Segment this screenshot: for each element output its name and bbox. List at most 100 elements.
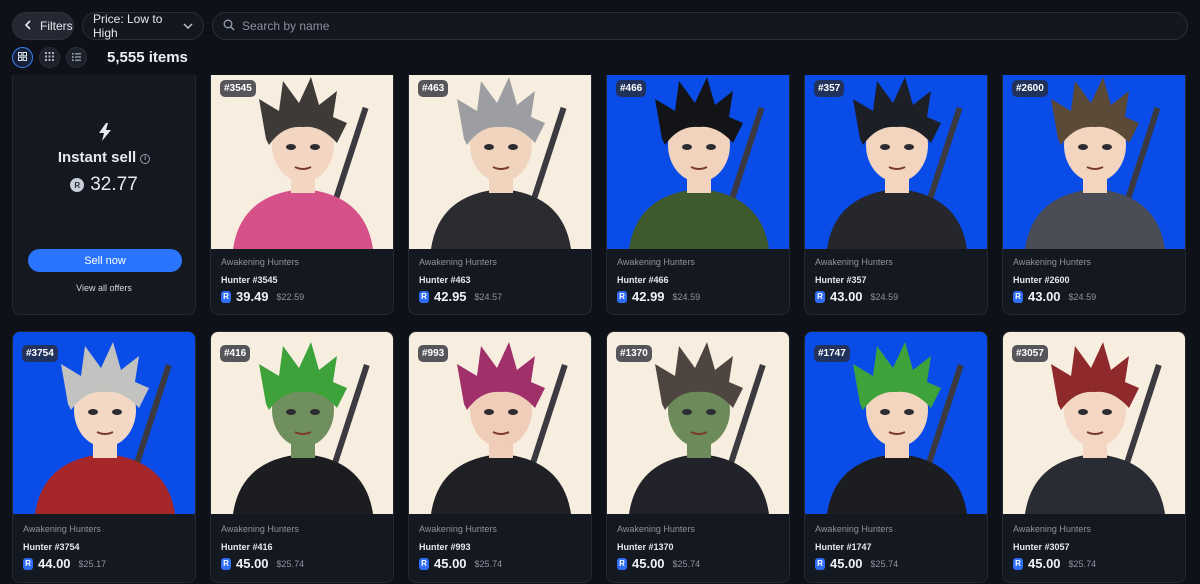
collection-name: Awakening Hunters xyxy=(815,257,893,267)
filters-label: Filters xyxy=(40,19,73,33)
collection-name: Awakening Hunters xyxy=(617,524,695,534)
grid-small-view-button[interactable] xyxy=(39,46,60,68)
token-id-badge: #466 xyxy=(616,80,647,97)
nft-card[interactable]: #3057 Awakening Hunters Hunter #3057 R 45.00… xyxy=(1002,331,1186,583)
price-row: R 43.00 $24.59 xyxy=(1013,289,1175,304)
ronin-coin-icon: R xyxy=(419,290,429,303)
token-id-badge: #416 xyxy=(220,345,251,362)
usd-price: $22.59 xyxy=(276,291,305,302)
nft-card[interactable]: #993 Awakening Hunters Hunter #993 R 45.00 $2… xyxy=(408,331,592,583)
nft-card-info: Awakening Hunters Hunter #357 R 43.00 $24.59 xyxy=(805,248,987,314)
nft-artwork[interactable]: #463 xyxy=(409,75,591,249)
nft-artwork[interactable]: #1370 xyxy=(607,332,789,514)
filters-button[interactable]: Filters xyxy=(12,12,74,40)
instant-sell-title: Instant sell xyxy=(57,149,137,166)
nft-name: Hunter #3545 xyxy=(221,275,278,285)
ronin-coin-icon: R xyxy=(815,557,825,570)
grid-small-icon xyxy=(45,48,54,66)
nft-card[interactable]: #466 Awakening Hunters Hunter #466 R 42.99 $2… xyxy=(606,75,790,315)
ronin-coin-icon: R xyxy=(617,290,627,303)
ronin-coin-icon: R xyxy=(221,290,231,303)
collection-name: Awakening Hunters xyxy=(815,524,893,534)
ronin-coin-icon: R xyxy=(221,557,231,570)
search-input[interactable]: Search by name xyxy=(212,12,1188,40)
price-row: R 43.00 $24.59 xyxy=(815,289,977,304)
ronin-coin-icon: R xyxy=(419,557,429,570)
nft-card[interactable]: #416 Awakening Hunters Hunter #416 R 45.00 $2… xyxy=(210,331,394,583)
collection-name: Awakening Hunters xyxy=(419,257,497,267)
nft-card[interactable]: #463 Awakening Hunters Hunter #463 R 42.95 $2… xyxy=(408,75,592,315)
price: 42.95 xyxy=(434,289,467,304)
token-id-badge: #463 xyxy=(418,80,449,97)
usd-price: $25.74 xyxy=(1068,558,1097,569)
usd-price: $24.59 xyxy=(1068,291,1097,302)
token-id-badge: #1747 xyxy=(814,345,850,362)
price: 45.00 xyxy=(434,556,467,571)
nft-artwork[interactable]: #1747 xyxy=(805,332,987,514)
info-icon[interactable]: i xyxy=(140,154,151,164)
ronin-coin-icon: R xyxy=(1013,290,1023,303)
usd-price: $25.74 xyxy=(474,558,503,569)
nft-artwork[interactable]: #3754 xyxy=(13,332,195,514)
nft-artwork[interactable]: #2600 xyxy=(1003,75,1185,249)
collection-name: Awakening Hunters xyxy=(1013,257,1091,267)
token-id-badge: #2600 xyxy=(1012,80,1048,97)
nft-card[interactable]: #1747 Awakening Hunters Hunter #1747 R 45.00… xyxy=(804,331,988,583)
token-id-badge: #3754 xyxy=(22,345,58,362)
token-id-badge: #993 xyxy=(418,345,449,362)
search-icon xyxy=(223,19,235,34)
nft-card-info: Awakening Hunters Hunter #3545 R 39.49 $22.5… xyxy=(211,248,393,314)
chevron-left-icon xyxy=(24,19,32,33)
price-row: R 45.00 $25.74 xyxy=(1013,556,1175,571)
nft-artwork[interactable]: #3057 xyxy=(1003,332,1185,514)
usd-price: $24.59 xyxy=(672,291,701,302)
price: 42.99 xyxy=(632,289,665,304)
ronin-coin-icon: R xyxy=(23,557,33,570)
nft-card-info: Awakening Hunters Hunter #416 R 45.00 $25.74 xyxy=(211,512,393,582)
instant-sell-price: 32.77 xyxy=(90,174,138,195)
ronin-coin-icon: R xyxy=(617,557,627,570)
nft-artwork[interactable]: #993 xyxy=(409,332,591,514)
instant-sell-heading: Instant sell i xyxy=(13,149,195,166)
nft-name: Hunter #463 xyxy=(419,275,471,285)
price: 44.00 xyxy=(38,556,71,571)
list-view-button[interactable] xyxy=(66,46,87,68)
sort-dropdown[interactable]: Price: Low to High xyxy=(82,12,204,40)
nft-name: Hunter #2600 xyxy=(1013,275,1070,285)
nft-artwork[interactable]: #416 xyxy=(211,332,393,514)
nft-card[interactable]: #357 Awakening Hunters Hunter #357 R 43.00 $2… xyxy=(804,75,988,315)
nft-card-info: Awakening Hunters Hunter #1747 R 45.00 $25.7… xyxy=(805,512,987,582)
collection-name: Awakening Hunters xyxy=(617,257,695,267)
usd-price: $25.74 xyxy=(672,558,701,569)
sell-now-button[interactable]: Sell now xyxy=(28,249,182,272)
search-placeholder: Search by name xyxy=(242,19,330,33)
view-bar: 5,555 items xyxy=(12,46,188,68)
nft-artwork[interactable]: #357 xyxy=(805,75,987,249)
nft-card-info: Awakening Hunters Hunter #993 R 45.00 $25.74 xyxy=(409,512,591,582)
nft-artwork[interactable]: #3545 xyxy=(211,75,393,249)
token-id-badge: #3057 xyxy=(1012,345,1048,362)
token-id-badge: #357 xyxy=(814,80,845,97)
nft-card[interactable]: #2600 Awakening Hunters Hunter #2600 R 43.00… xyxy=(1002,75,1186,315)
nft-artwork[interactable]: #466 xyxy=(607,75,789,249)
price-row: R 45.00 $25.74 xyxy=(815,556,977,571)
nft-card-info: Awakening Hunters Hunter #3057 R 45.00 $25.7… xyxy=(1003,512,1185,582)
view-all-offers-link[interactable]: View all offers xyxy=(13,283,195,293)
nft-card[interactable]: #3754 Awakening Hunters Hunter #3754 R 44.00… xyxy=(12,331,196,583)
usd-price: $25.74 xyxy=(870,558,899,569)
nft-name: Hunter #3057 xyxy=(1013,542,1070,552)
collection-name: Awakening Hunters xyxy=(221,257,299,267)
nft-card[interactable]: #1370 Awakening Hunters Hunter #1370 R 45.00… xyxy=(606,331,790,583)
price: 45.00 xyxy=(236,556,269,571)
nft-card-info: Awakening Hunters Hunter #463 R 42.95 $24.57 xyxy=(409,248,591,314)
grid-large-view-button[interactable] xyxy=(12,46,33,68)
nft-card-info: Awakening Hunters Hunter #2600 R 43.00 $24.5… xyxy=(1003,248,1185,314)
grid-large-icon xyxy=(18,48,27,66)
nft-card[interactable]: #3545 Awakening Hunters Hunter #3545 R 39.49… xyxy=(210,75,394,315)
usd-price: $24.59 xyxy=(870,291,899,302)
nft-name: Hunter #416 xyxy=(221,542,273,552)
nft-name: Hunter #3754 xyxy=(23,542,80,552)
collection-name: Awakening Hunters xyxy=(221,524,299,534)
token-id-badge: #3545 xyxy=(220,80,256,97)
price: 45.00 xyxy=(632,556,665,571)
